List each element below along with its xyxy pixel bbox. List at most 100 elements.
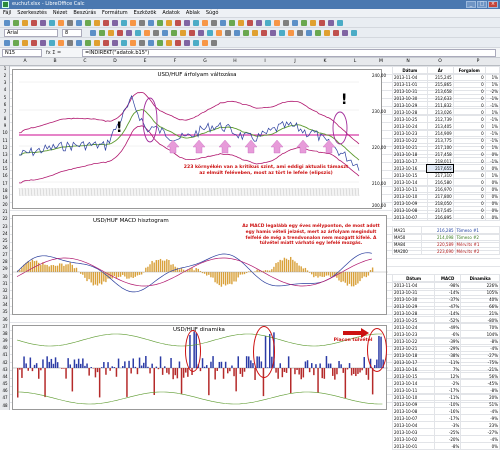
table-cell[interactable]: 2013-10-23	[393, 331, 435, 338]
toolbar-button-icon[interactable]	[126, 30, 132, 36]
menu-view[interactable]: Nézet	[53, 10, 67, 16]
toolbar-button-icon[interactable]	[328, 20, 334, 26]
row-header[interactable]: 29	[0, 266, 10, 271]
table-cell[interactable]: 0	[453, 109, 485, 116]
table-cell[interactable]: 2013-10-15	[393, 172, 428, 179]
table-cell[interactable]: -8%	[435, 443, 461, 450]
toolbar-button-icon[interactable]	[225, 30, 231, 36]
table-cell[interactable]: 0%	[485, 165, 499, 172]
table-cell[interactable]: -9%	[461, 415, 500, 422]
table-cell[interactable]: 213,775	[427, 137, 453, 144]
table-cell[interactable]: 2013-10-07	[393, 214, 428, 221]
row-header[interactable]: 12	[0, 145, 10, 150]
table-cell[interactable]: 0	[453, 207, 485, 214]
name-box[interactable]: N15	[2, 49, 42, 57]
table-cell[interactable]: 40%	[461, 296, 500, 303]
table-cell[interactable]: 2013-10-14	[393, 179, 428, 186]
toolbar-button-icon[interactable]	[67, 40, 73, 46]
toolbar-button-icon[interactable]	[162, 30, 168, 36]
table-cell[interactable]: 213,026	[427, 109, 453, 116]
toolbar-button-icon[interactable]	[153, 30, 159, 36]
table-header-cell[interactable]: Dinamika	[461, 275, 500, 282]
row-header[interactable]: 25	[0, 238, 10, 243]
table-cell[interactable]: 23%	[461, 422, 500, 429]
table-cell[interactable]: -45%	[461, 380, 500, 387]
table-cell[interactable]: 213,405	[427, 123, 453, 130]
table-cell[interactable]: 2013-11-04	[393, 74, 428, 81]
table-cell[interactable]: 66%	[461, 303, 500, 310]
table-cell[interactable]: -16%	[435, 408, 461, 415]
table-cell[interactable]: MA21	[393, 227, 422, 234]
table-cell[interactable]: 216,580	[427, 179, 453, 186]
table-cell[interactable]: 2013-10-25	[393, 317, 435, 324]
table-cell[interactable]: 2013-10-09	[393, 200, 428, 207]
toolbar-button-icon[interactable]	[13, 20, 19, 26]
toolbar-button-icon[interactable]	[49, 40, 55, 46]
table-cell[interactable]: -21%	[461, 366, 500, 373]
table-cell[interactable]: -29%	[435, 345, 461, 352]
table-cell[interactable]: -1%	[485, 137, 499, 144]
toolbar-button-icon[interactable]	[148, 40, 154, 46]
row-header[interactable]: 37	[0, 324, 10, 329]
table-cell[interactable]: 213,658	[427, 88, 453, 95]
table-cell[interactable]: -38%	[435, 352, 461, 359]
font-size-select[interactable]: 8	[62, 29, 82, 37]
table-cell[interactable]: 0	[453, 172, 485, 179]
table-cell[interactable]: 1%	[485, 109, 499, 116]
table-cell[interactable]: 2013-10-10	[393, 394, 435, 401]
table-cell[interactable]: 70%	[461, 324, 500, 331]
toolbar-button-icon[interactable]	[4, 20, 10, 26]
table-cell[interactable]: 218,011	[427, 158, 453, 165]
toolbar-button-icon[interactable]	[279, 30, 285, 36]
row-header[interactable]: 36	[0, 317, 10, 322]
macd-chart[interactable]: USD/HUF MACD hisztogram Az MACD legalább…	[12, 215, 387, 315]
table-cell[interactable]: 0	[453, 95, 485, 102]
toolbar-button-icon[interactable]	[247, 20, 253, 26]
column-header[interactable]: I	[250, 58, 280, 66]
column-header[interactable]: H	[220, 58, 250, 66]
table-cell[interactable]: 2013-10-01	[393, 443, 435, 450]
toolbar-button-icon[interactable]	[310, 20, 316, 26]
toolbar-button-icon[interactable]	[324, 30, 330, 36]
table-cell[interactable]: -4%	[461, 436, 500, 443]
table-cell[interactable]: -3%	[435, 422, 461, 429]
row-header[interactable]: 8	[0, 116, 10, 121]
toolbar-button-icon[interactable]	[76, 20, 82, 26]
row-header[interactable]: 46	[0, 388, 10, 393]
table-cell[interactable]: 1%	[485, 144, 499, 151]
toolbar-button-icon[interactable]	[193, 40, 199, 46]
table-cell[interactable]: -2%	[435, 380, 461, 387]
table-cell[interactable]: -27%	[461, 352, 500, 359]
table-cell[interactable]: 2013-10-22	[393, 137, 428, 144]
maximize-button[interactable]: □	[477, 1, 487, 8]
menu-help[interactable]: Súgó	[206, 10, 219, 16]
table-cell[interactable]: 2013-11-01	[393, 81, 428, 88]
table-cell[interactable]: 2013-10-03	[393, 429, 435, 436]
close-button[interactable]: ×	[488, 1, 498, 8]
table-cell[interactable]: MA200	[393, 248, 422, 255]
row-header[interactable]: 9	[0, 123, 10, 128]
table-cell[interactable]: -8%	[461, 387, 500, 394]
table-cell[interactable]: 0%	[485, 186, 499, 193]
toolbar-button-icon[interactable]	[319, 20, 325, 26]
table-cell[interactable]: 2013-10-29	[393, 303, 435, 310]
table-cell[interactable]: 2013-10-10	[393, 193, 428, 200]
table-cell[interactable]: 7%	[435, 366, 461, 373]
toolbar-button-icon[interactable]	[175, 20, 181, 26]
table-cell[interactable]: 0%	[485, 193, 499, 200]
toolbar-button-icon[interactable]	[292, 20, 298, 26]
toolbar-button-icon[interactable]	[333, 30, 339, 36]
row-header[interactable]: 2	[0, 73, 10, 78]
table-cell[interactable]: 218,050	[427, 200, 453, 207]
toolbar-button-icon[interactable]	[58, 20, 64, 26]
column-header[interactable]: M	[370, 58, 392, 66]
table-cell[interactable]: 2013-10-23	[393, 130, 428, 137]
toolbar-button-icon[interactable]	[229, 20, 235, 26]
table-cell[interactable]: 20%	[461, 394, 500, 401]
row-header[interactable]: 30	[0, 274, 10, 279]
table-cell[interactable]: 0	[453, 116, 485, 123]
table-cell[interactable]: 215,865	[427, 81, 453, 88]
table-cell[interactable]: 0	[453, 137, 485, 144]
column-header[interactable]: D	[100, 58, 130, 66]
toolbar-button-icon[interactable]	[94, 40, 100, 46]
